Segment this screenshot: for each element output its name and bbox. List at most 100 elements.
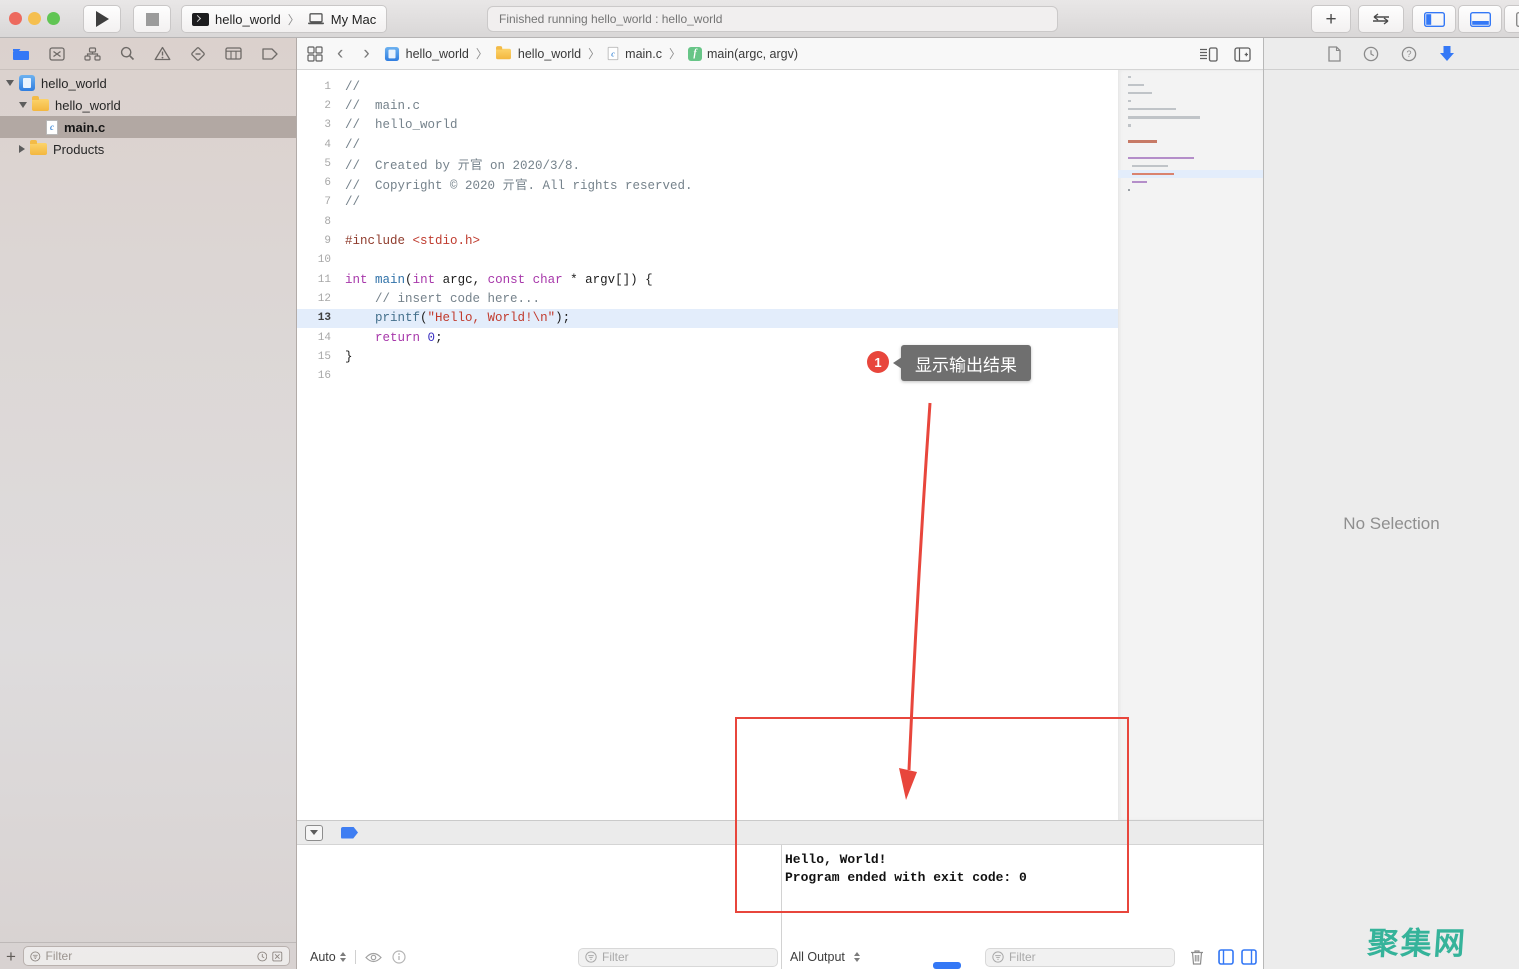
toggle-inspector-button[interactable]	[1504, 5, 1519, 33]
show-variables-view-icon[interactable]	[1218, 949, 1234, 965]
my-mac-icon	[307, 13, 325, 25]
annotation-highlight-rect	[735, 717, 1129, 913]
jumpbar-crumb-main(argc, argv)[interactable]: fmain(argc, argv)	[688, 47, 798, 61]
divider	[355, 950, 356, 964]
navigator-filter-input[interactable]	[46, 949, 252, 963]
debug-navigator-icon[interactable]	[225, 47, 242, 60]
jumpbar-crumb-hello_world[interactable]: hello_world	[384, 46, 469, 62]
console-scope-selector[interactable]: All Output	[790, 950, 845, 964]
left-panel-icon	[1424, 12, 1445, 27]
quick-help-arrow-icon[interactable]	[1439, 45, 1455, 62]
chevron-right-icon: 〉	[668, 45, 682, 62]
minimap-line	[1132, 181, 1146, 183]
minimap[interactable]	[1118, 70, 1263, 820]
issues-icon[interactable]	[154, 46, 171, 61]
filter-icon	[30, 950, 41, 963]
disclosure-triangle-icon[interactable]	[19, 102, 27, 108]
annotation-tooltip: 显示输出结果	[901, 345, 1031, 381]
code-line-13[interactable]: 13 printf("Hello, World!\n");	[297, 309, 1118, 328]
minimize-window-button[interactable]	[28, 12, 41, 25]
go-forward-icon[interactable]: ›	[357, 44, 375, 63]
zoom-window-button[interactable]	[47, 12, 60, 25]
symbols-icon[interactable]	[84, 47, 101, 61]
show-console-view-icon[interactable]	[1241, 949, 1257, 965]
tests-icon[interactable]	[190, 46, 206, 62]
crumb-label: main.c	[625, 47, 662, 61]
project-icon	[19, 75, 35, 91]
tree-row-Products[interactable]: Products	[0, 138, 296, 160]
find-icon[interactable]	[120, 46, 135, 61]
variables-scope-stepper-icon[interactable]	[340, 952, 346, 962]
breadcrumb: hello_world〉hello_world〉cmain.c〉fmain(ar…	[384, 45, 798, 62]
code-line-4[interactable]: 4//	[297, 135, 1118, 154]
scm-status-filter-icon[interactable]	[272, 950, 283, 963]
code-line-12[interactable]: 12 // insert code here...	[297, 289, 1118, 308]
toggle-debug-area-button[interactable]	[1458, 5, 1502, 33]
code-line-10[interactable]: 10	[297, 251, 1118, 270]
clear-console-trash-icon[interactable]	[1190, 949, 1204, 965]
console-scope-stepper-icon[interactable]	[854, 952, 860, 962]
related-items-icon[interactable]	[307, 46, 323, 62]
tree-row-hello_world[interactable]: hello_world	[0, 94, 296, 116]
variables-scope-selector[interactable]: Auto	[310, 950, 336, 964]
quicklook-eye-icon[interactable]	[365, 952, 382, 963]
code-line-5[interactable]: 5// Created by 亓官 on 2020/3/8.	[297, 154, 1118, 173]
code-line-6[interactable]: 6// Copyright © 2020 亓官. All rights rese…	[297, 173, 1118, 192]
console-filter-field[interactable]	[985, 948, 1175, 967]
close-window-button[interactable]	[9, 12, 22, 25]
history-inspector-icon[interactable]	[1363, 46, 1379, 62]
code-text: // main.c	[345, 99, 420, 113]
debug-area-collapse-button[interactable]	[305, 825, 323, 841]
plus-icon: +	[1325, 10, 1336, 29]
window-toolbar: hello_world 〉 My Mac Finished running he…	[0, 0, 1519, 38]
breakpoints-icon[interactable]	[261, 48, 278, 60]
console-filter-input[interactable]	[1009, 950, 1159, 964]
toggle-navigator-button[interactable]	[1412, 5, 1456, 33]
line-number: 2	[297, 100, 345, 112]
go-back-icon[interactable]: ‹	[331, 44, 349, 63]
code-lines[interactable]: 1//2// main.c3// hello_world4//5// Creat…	[297, 70, 1118, 820]
disclosure-triangle-icon[interactable]	[19, 145, 25, 153]
crumb-label: hello_world	[406, 47, 469, 61]
code-text: // Copyright © 2020 亓官. All rights reser…	[345, 174, 693, 193]
code-line-1[interactable]: 1//	[297, 77, 1118, 96]
code-line-7[interactable]: 7//	[297, 193, 1118, 212]
jumpbar-crumb-main.c[interactable]: cmain.c	[607, 46, 662, 61]
variables-filter-field[interactable]	[578, 948, 778, 967]
library-add-button[interactable]: +	[1311, 5, 1351, 33]
navigator-filter-field[interactable]	[23, 946, 290, 966]
filter-icon	[992, 951, 1004, 963]
info-icon[interactable]	[392, 950, 406, 964]
code-line-11[interactable]: 11int main(int argc, const char * argv[]…	[297, 270, 1118, 289]
project-navigator-icon[interactable]	[12, 47, 30, 61]
disclosure-triangle-icon[interactable]	[6, 80, 14, 86]
inspector-panel: ? No Selection 聚集网	[1263, 38, 1519, 969]
run-button[interactable]	[83, 5, 121, 33]
minimap-line	[1128, 116, 1200, 118]
tree-row-label: hello_world	[55, 98, 121, 113]
breakpoint-toggle-icon[interactable]	[341, 827, 358, 839]
editor-options-icon[interactable]	[1199, 47, 1218, 62]
jumpbar-crumb-hello_world[interactable]: hello_world	[495, 47, 581, 61]
tree-row-main.c[interactable]: cmain.c	[0, 116, 296, 138]
tree-row-hello_world[interactable]: hello_world	[0, 72, 296, 94]
scheme-device-label: My Mac	[331, 12, 377, 27]
line-number: 5	[297, 158, 345, 170]
code-line-3[interactable]: 3// hello_world	[297, 116, 1118, 135]
recents-clock-icon[interactable]	[257, 950, 268, 963]
file-inspector-icon[interactable]	[1328, 46, 1341, 62]
variables-filter-input[interactable]	[602, 950, 752, 964]
source-editor[interactable]: 1//2// main.c3// hello_world4//5// Creat…	[297, 70, 1263, 820]
code-line-9[interactable]: 9#include <stdio.h>	[297, 231, 1118, 250]
scheme-selector[interactable]: hello_world 〉 My Mac	[181, 5, 387, 33]
source-control-icon[interactable]	[49, 47, 65, 61]
add-editor-icon[interactable]	[1234, 47, 1251, 62]
quick-help-inspector-icon[interactable]: ?	[1401, 46, 1417, 62]
code-line-8[interactable]: 8	[297, 212, 1118, 231]
stop-button[interactable]	[133, 5, 171, 33]
editor-mode-button[interactable]	[1358, 5, 1404, 33]
swap-arrows-icon	[1370, 13, 1392, 25]
code-line-2[interactable]: 2// main.c	[297, 96, 1118, 115]
navigator-tab-bar	[0, 38, 296, 70]
add-item-icon[interactable]: +	[6, 948, 16, 965]
